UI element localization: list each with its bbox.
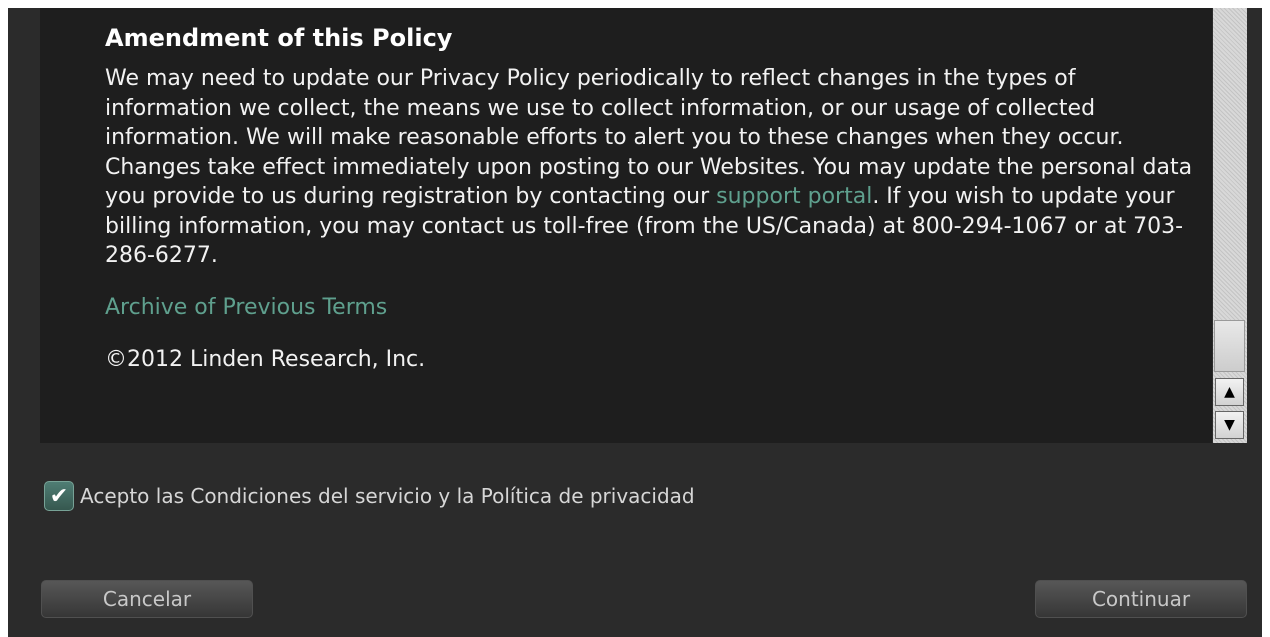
terms-content: Amendment of this Policy We may need to … <box>105 18 1200 375</box>
copyright-text: ©2012 Linden Research, Inc. <box>105 346 426 372</box>
accept-terms-checkbox[interactable]: ✔ <box>44 481 74 511</box>
vertical-scrollbar[interactable]: ▲ ▼ <box>1213 8 1247 443</box>
policy-paragraph: We may need to update our Privacy Policy… <box>105 64 1200 271</box>
scroll-up-button[interactable]: ▲ <box>1215 378 1244 406</box>
archive-terms-link[interactable]: Archive of Previous Terms <box>105 293 1200 323</box>
support-portal-link[interactable]: support portal <box>716 184 872 209</box>
terms-dialog: Amendment of this Policy We may need to … <box>8 8 1262 637</box>
scrollbar-thumb[interactable] <box>1214 320 1245 372</box>
accept-terms-row[interactable]: ✔ Acepto las Condiciones del servicio y … <box>44 481 695 511</box>
cancel-button[interactable]: Cancelar <box>41 580 253 618</box>
checkmark-icon: ✔ <box>49 483 69 509</box>
continue-button[interactable]: Continuar <box>1035 580 1247 618</box>
accept-terms-label: Acepto las Condiciones del servicio y la… <box>80 484 695 508</box>
arrow-up-icon: ▲ <box>1224 384 1235 400</box>
scroll-down-button[interactable]: ▼ <box>1215 411 1244 439</box>
terms-document-view[interactable]: Amendment of this Policy We may need to … <box>40 8 1212 443</box>
arrow-down-icon: ▼ <box>1224 417 1235 433</box>
section-heading: Amendment of this Policy <box>105 24 453 52</box>
